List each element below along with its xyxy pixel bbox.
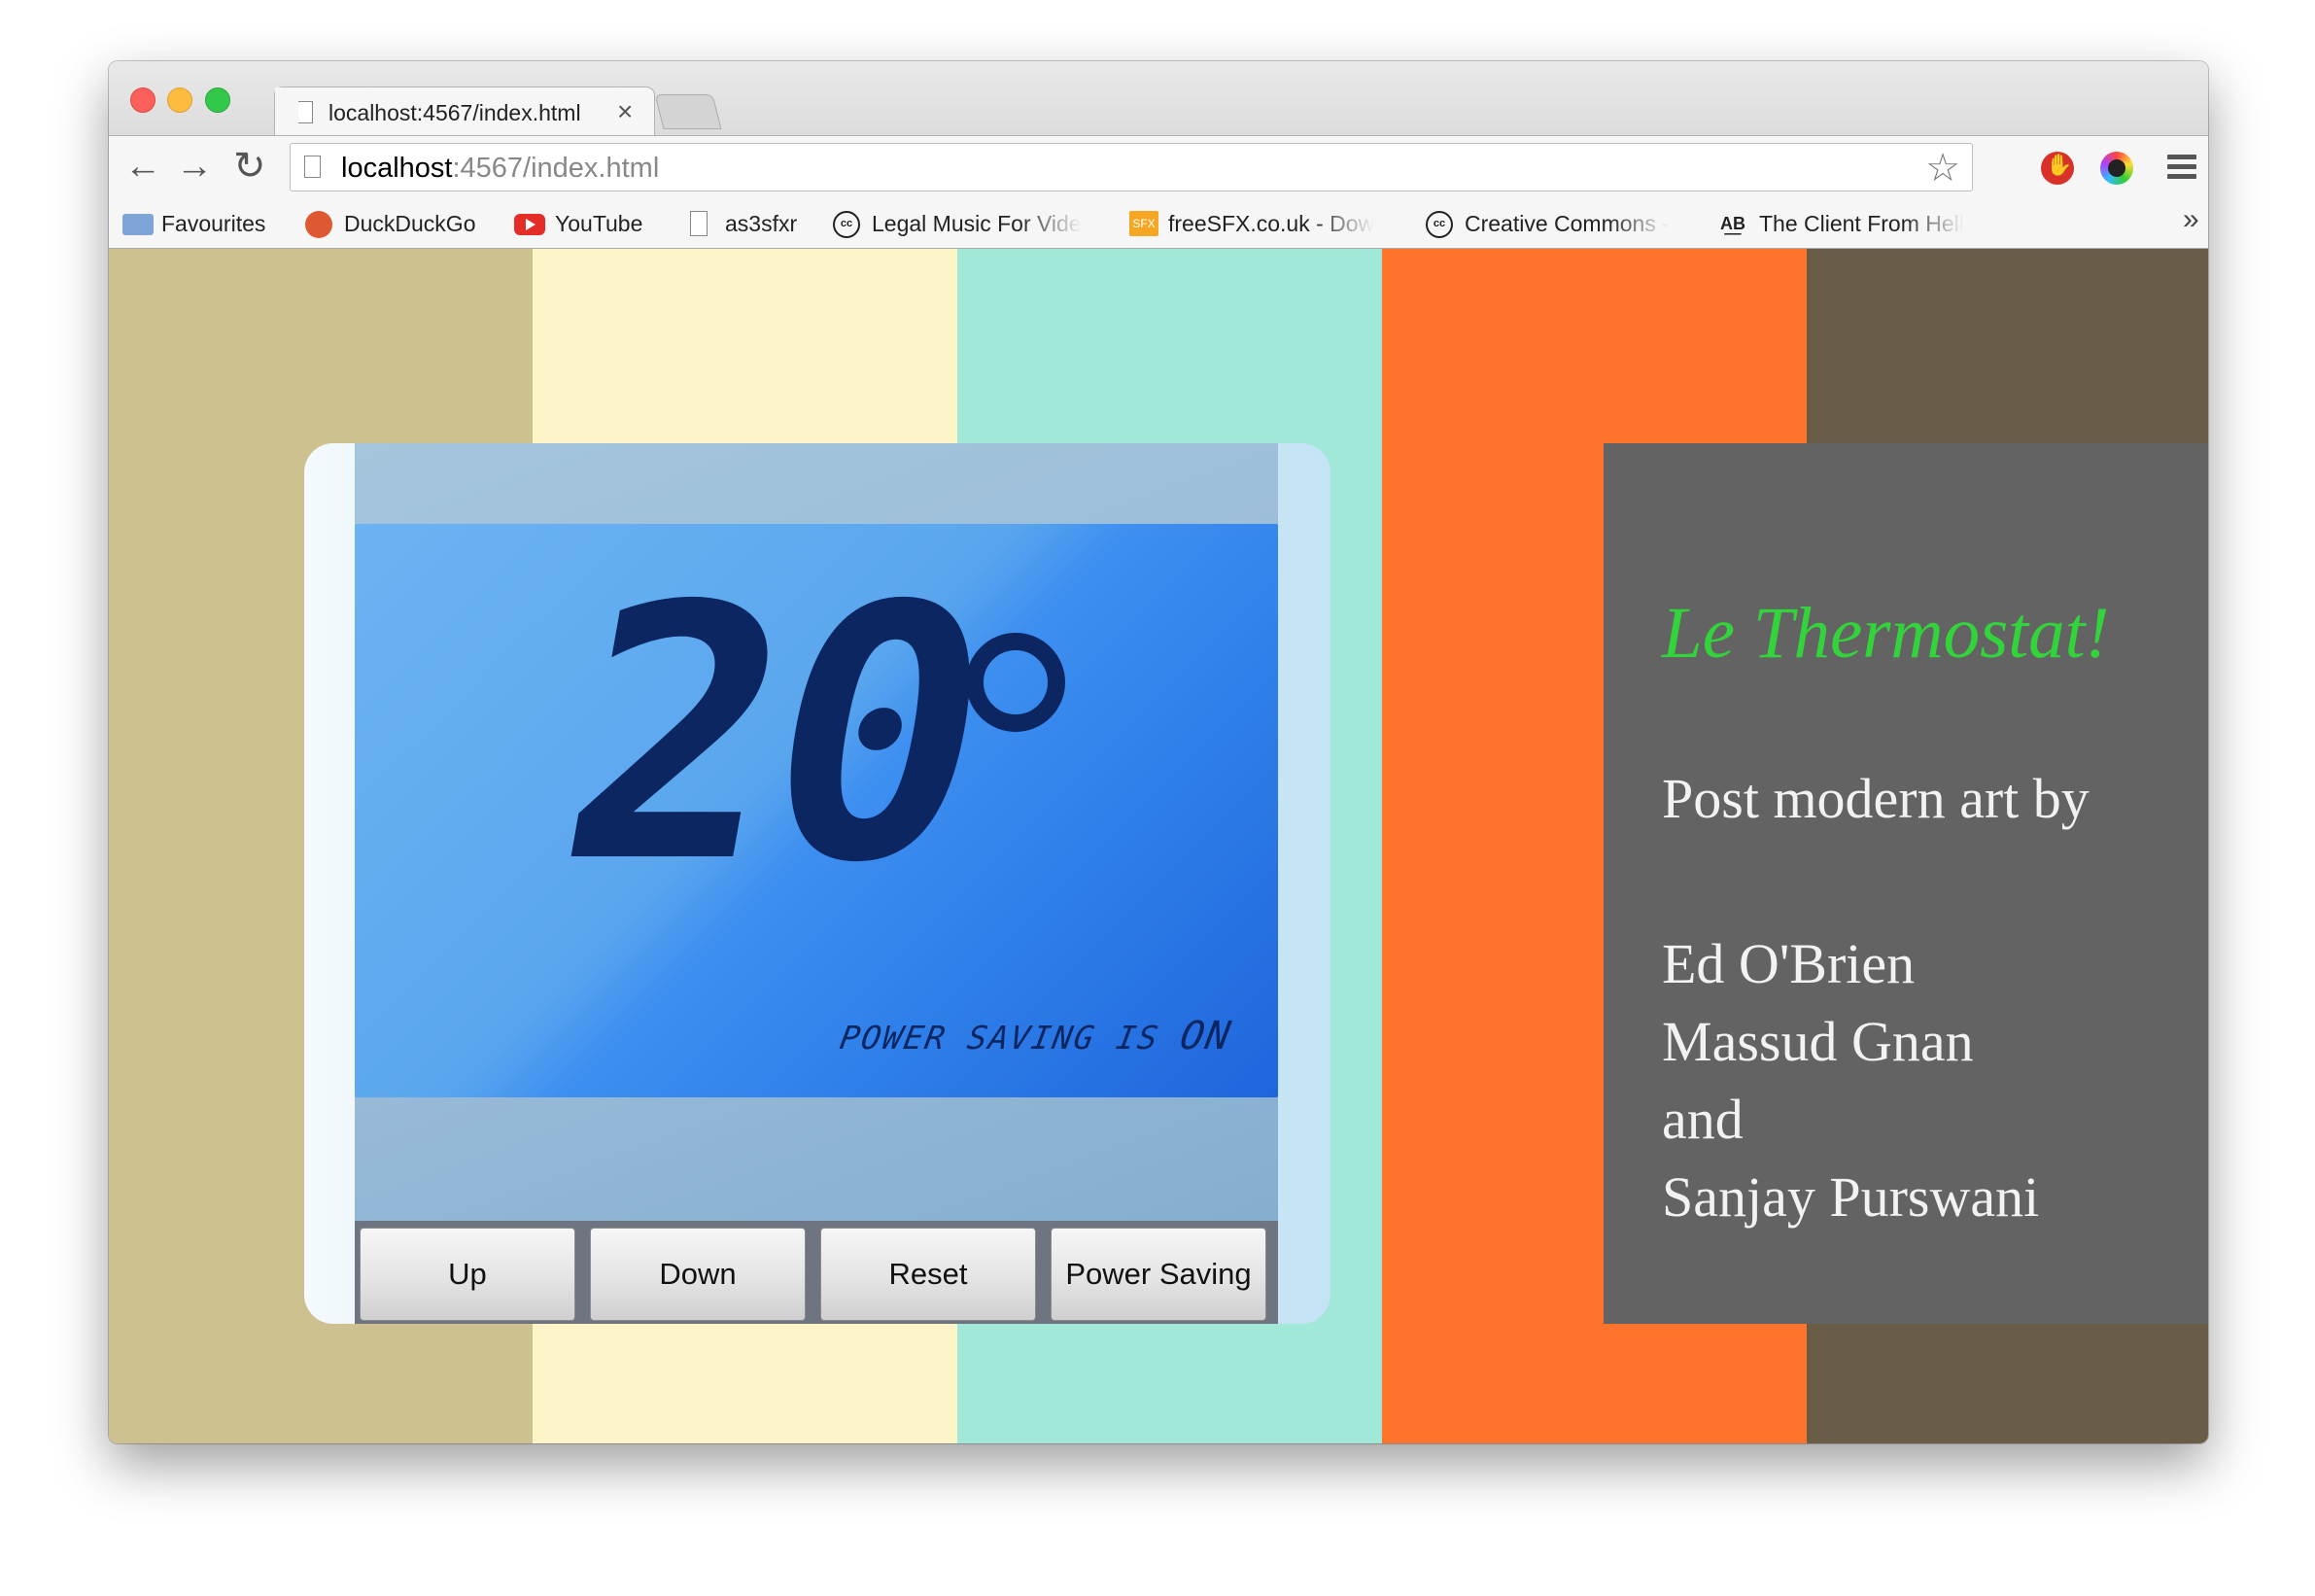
ab-icon: A͟B [1720,214,1745,233]
minimize-window-button[interactable] [167,87,192,113]
page-icon [296,101,313,123]
creative-commons-icon: cc [833,211,860,238]
back-arrow-icon[interactable]: ← [124,148,161,185]
page-icon [304,156,321,178]
browser-window: localhost:4567/index.html × ← → ↻ localh… [109,61,2208,1443]
creative-commons-icon: cc [1426,211,1453,238]
bookmarks-overflow-icon[interactable]: » [2183,203,2199,236]
tab-strip: localhost:4567/index.html × [109,61,2208,138]
bookmark-label: YouTube [555,211,643,236]
color-picker-extension-icon[interactable] [2100,152,2133,185]
status-prefix: POWER SAVING IS [837,1019,1185,1057]
info-panel: Le Thermostat! Post modern art by Ed O'B… [1604,443,2208,1324]
reset-button[interactable]: Reset [820,1228,1036,1321]
bookmark-youtube[interactable]: YouTube [514,207,650,240]
url-host: localhost [341,153,453,184]
bookmark-label: as3sfxr [725,211,798,236]
bookmark-label: Favourites [161,211,266,236]
bookmark-label: Legal Music For Vide [872,211,1082,236]
bookmark-label: The Client From Hell [1759,211,1964,236]
close-window-button[interactable] [130,87,155,113]
degree-symbol [966,633,1065,732]
status-value: ON [1176,1014,1236,1058]
author-name: Sanjay Purswani [1662,1165,2040,1229]
duckduckgo-icon [305,211,332,238]
bookmark-freesfx[interactable]: SFX freeSFX.co.uk - Dow [1129,207,1411,240]
address-bar[interactable]: localhost:4567/index.html ☆ [290,143,1973,191]
sfx-icon: SFX [1129,211,1158,236]
credits-subtitle: Post modern art by [1662,767,2090,830]
bookmark-duckduckgo[interactable]: DuckDuckGo [305,207,480,240]
page-content: 20 POWER SAVING IS ON Up Down Reset Powe… [109,249,2208,1443]
bookmark-favourites[interactable]: Favourites [122,207,288,240]
adblock-extension-icon[interactable] [2041,152,2074,185]
bookmark-client-from-hell[interactable]: A͟B The Client From Hell [1720,207,2002,240]
lcd-display: 20 POWER SAVING IS ON [355,524,1278,1097]
up-button[interactable]: Up [360,1228,575,1321]
folder-icon [122,214,154,235]
bookmark-star-icon[interactable]: ☆ [1925,146,1960,191]
tab-active[interactable]: localhost:4567/index.html × [274,87,655,138]
bookmark-label: DuckDuckGo [344,211,476,236]
author-conjunction: and [1662,1088,1744,1151]
zoom-window-button[interactable] [205,87,230,113]
author-name: Massud Gnan [1662,1010,1974,1073]
document-icon [690,211,708,236]
menu-icon[interactable] [2167,155,2196,180]
button-bar: Up Down Reset Power Saving [355,1221,1278,1324]
temperature-value: 20 [539,594,1011,885]
power-saving-button[interactable]: Power Saving [1051,1228,1266,1321]
new-tab-button[interactable] [654,94,722,129]
url-path: :4567/index.html [452,153,660,184]
toolbar: ← → ↻ localhost:4567/index.html ☆ [109,135,2208,198]
reload-icon[interactable]: ↻ [233,147,266,186]
forward-arrow-icon[interactable]: → [176,148,213,185]
tab-title: localhost:4567/index.html [328,100,581,125]
down-button[interactable]: Down [590,1228,806,1321]
tab-close-icon[interactable]: × [617,96,633,127]
author-name: Ed O'Brien [1662,932,1916,995]
bookmark-legal-music[interactable]: cc Legal Music For Vide [833,207,1115,240]
bookmark-label: Creative Commons - [1465,211,1670,236]
bookmark-creative-commons[interactable]: cc Creative Commons - [1426,207,1708,240]
power-saving-status: POWER SAVING IS ON [837,1014,1235,1058]
bookmarks-bar: Favourites DuckDuckGo YouTube as3sfxr cc… [109,197,2208,249]
bookmark-as3sfxr[interactable]: as3sfxr [686,207,812,240]
bookmark-label: freeSFX.co.uk - Dow [1168,211,1375,236]
app-title: Le Thermostat! [1662,593,2110,674]
youtube-icon [514,214,545,235]
url-text[interactable]: localhost:4567/index.html [341,153,659,185]
